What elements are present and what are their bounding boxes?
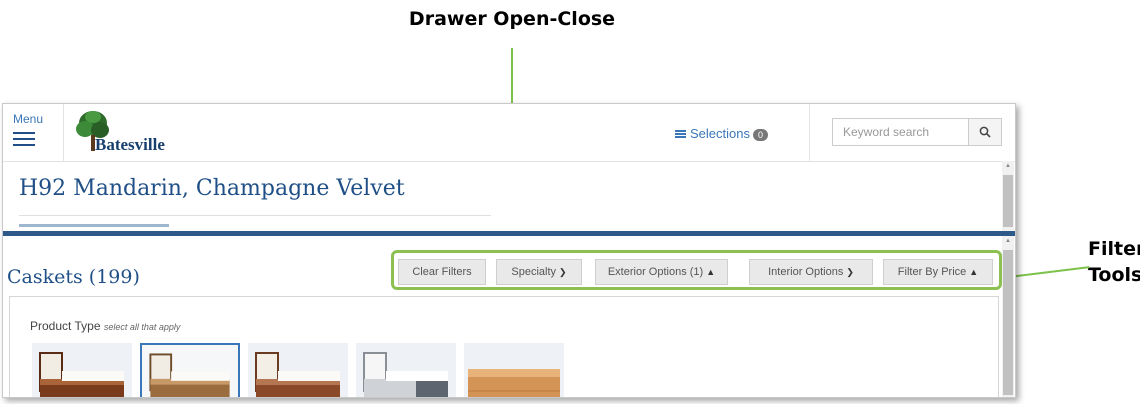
mahogany-casket-image xyxy=(39,352,124,397)
filter-by-price-label: Filter By Price xyxy=(897,266,967,278)
scroll-up-icon[interactable]: ▲ xyxy=(1004,238,1012,244)
chevron-down-icon: ❯ xyxy=(846,267,854,277)
logo-text: Batesville xyxy=(95,135,165,154)
exterior-options-label: Exterior Options (1) xyxy=(607,266,704,278)
scroll-up-icon[interactable]: ▲ xyxy=(1004,163,1012,169)
filter-annotation-line1: Filter xyxy=(1088,238,1140,260)
filter-annotation-line2: Tools xyxy=(1088,264,1140,286)
top-header: Menu Batesville Selections 0 xyxy=(3,104,1015,162)
exterior-options-filter-button[interactable]: Exterior Options (1) ▲ xyxy=(595,259,728,285)
interior-options-label: Interior Options xyxy=(768,266,844,278)
filter-by-price-button[interactable]: Filter By Price ▲ xyxy=(883,259,993,285)
silver-casket-image xyxy=(363,352,448,397)
lower-scrollbar[interactable]: ▲ xyxy=(1002,236,1014,397)
clear-filters-button[interactable]: Clear Filters xyxy=(398,259,486,285)
clear-filters-label: Clear Filters xyxy=(412,266,472,278)
selections-link[interactable]: Selections 0 xyxy=(675,126,768,141)
batesville-logo[interactable]: Batesville xyxy=(75,109,225,159)
chevron-up-icon: ▲ xyxy=(706,267,716,277)
list-icon xyxy=(675,130,686,139)
product-type-wood-cremation-container[interactable] xyxy=(464,343,564,397)
wood-container-image xyxy=(468,369,560,397)
lower-scroll-thumb[interactable] xyxy=(1003,250,1013,395)
product-type-cherry-casket[interactable] xyxy=(248,343,348,397)
specialty-filter-label: Specialty xyxy=(511,266,557,278)
upper-scroll-thumb[interactable] xyxy=(1003,175,1013,227)
copper-casket-image xyxy=(149,353,230,397)
menu-button[interactable]: Menu xyxy=(13,112,61,158)
product-type-hint: select all that apply xyxy=(103,322,181,332)
upper-scrollbar[interactable]: ▲ xyxy=(1002,161,1014,235)
hamburger-icon xyxy=(13,132,35,146)
search-icon xyxy=(979,126,991,138)
product-type-mahogany-casket[interactable] xyxy=(32,343,132,397)
product-type-label: Product Type xyxy=(30,319,101,333)
product-title: H92 Mandarin, Champagne Velvet xyxy=(19,176,405,201)
keyword-search xyxy=(832,118,1002,146)
title-divider xyxy=(19,215,491,216)
selections-count-badge: 0 xyxy=(752,128,768,141)
drawer-annotation: Drawer Open-Close xyxy=(408,8,616,30)
product-type-heading: Product Type select all that apply xyxy=(30,319,180,333)
product-type-copper-casket[interactable] xyxy=(140,343,240,397)
chevron-down-icon: ❯ xyxy=(559,267,567,277)
header-divider-right xyxy=(809,104,810,161)
header-divider xyxy=(63,104,64,161)
specialty-filter-button[interactable]: Specialty ❯ xyxy=(496,259,582,285)
chevron-up-icon: ▲ xyxy=(969,267,979,277)
catalog-heading: Caskets (199) xyxy=(7,266,140,288)
cherry-casket-image xyxy=(255,352,340,397)
app-screen: Menu Batesville Selections 0 Keyword sea… xyxy=(2,103,1016,398)
catalog-drawer: Caskets (199) Clear Filters Specialty ❯ E… xyxy=(3,236,1002,397)
search-input[interactable] xyxy=(833,119,971,145)
selections-label: Selections xyxy=(690,126,750,141)
obscured-text xyxy=(19,221,189,229)
menu-label: Menu xyxy=(13,112,44,126)
interior-options-filter-button[interactable]: Interior Options ❯ xyxy=(749,259,873,285)
search-button[interactable] xyxy=(968,119,1001,145)
product-type-panel: Product Type select all that apply xyxy=(9,296,999,397)
product-type-silver-casket[interactable] xyxy=(356,343,456,397)
filter-tools-annotation: Filter Tools xyxy=(1088,236,1140,288)
